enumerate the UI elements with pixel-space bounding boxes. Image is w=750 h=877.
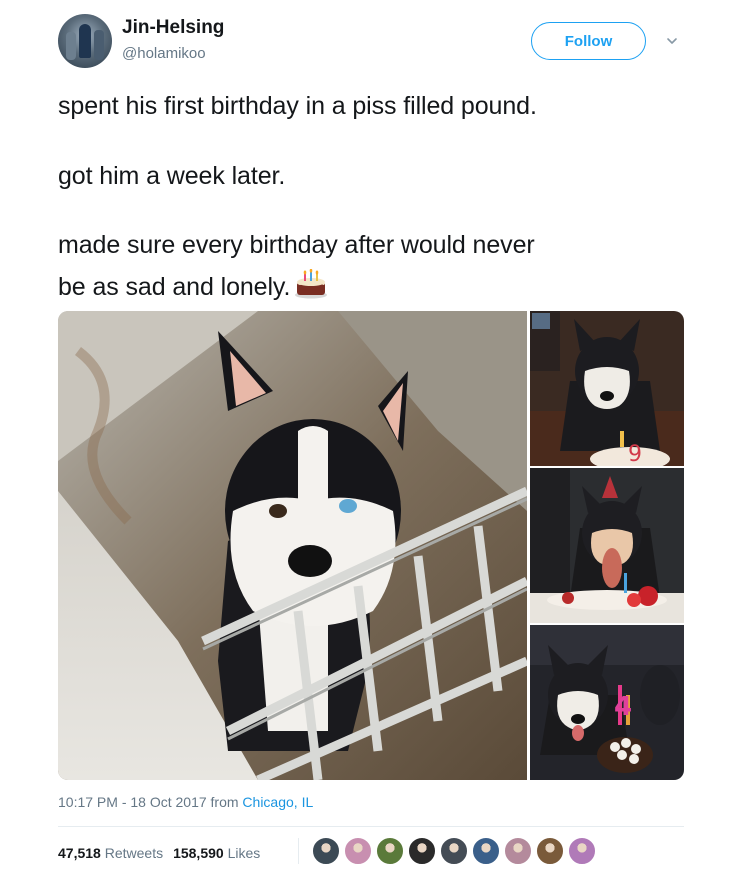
liker-avatar[interactable] xyxy=(568,837,596,865)
avatar-figure-center xyxy=(79,24,91,58)
liker-avatar[interactable] xyxy=(504,837,532,865)
tweet-text-line-1: spent his first birthday in a piss fille… xyxy=(58,92,537,120)
photo-husky-birthday-2[interactable] xyxy=(530,468,684,623)
photo-husky-pound[interactable] xyxy=(58,311,527,780)
liker-avatar[interactable] xyxy=(536,837,564,865)
liker-avatar[interactable] xyxy=(344,837,372,865)
likes-stat[interactable]: 158,590 Likes xyxy=(173,845,260,861)
retweets-label: Retweets xyxy=(104,845,164,861)
tweet-text-line-4: be as sad and lonely. xyxy=(58,273,291,301)
tweet-location-link[interactable]: Chicago, IL xyxy=(242,794,313,810)
liker-avatar[interactable] xyxy=(440,837,468,865)
tweet-text-line-2: got him a week later. xyxy=(58,162,286,190)
svg-text:9: 9 xyxy=(628,442,642,466)
tweet-text-line-3: made sure every birthday after would nev… xyxy=(58,231,535,259)
divider xyxy=(58,826,684,827)
liker-avatar[interactable] xyxy=(472,837,500,865)
tweet-stats: 47,518 Retweets 158,590 Likes xyxy=(58,845,260,861)
likes-count: 158,590 xyxy=(173,845,224,861)
liker-avatar[interactable] xyxy=(312,837,340,865)
author-name[interactable]: Jin-Helsing xyxy=(122,17,224,39)
stats-separator xyxy=(298,838,299,864)
follow-button[interactable]: Follow xyxy=(531,22,646,60)
liker-avatar[interactable] xyxy=(376,837,404,865)
retweets-stat[interactable]: 47,518 Retweets xyxy=(58,845,163,861)
liker-avatar[interactable] xyxy=(408,837,436,865)
author-avatar[interactable] xyxy=(58,14,112,68)
photo-husky-birthday-1[interactable]: 9 xyxy=(530,311,684,466)
retweets-count: 47,518 xyxy=(58,845,101,861)
tweet-time-date[interactable]: 10:17 PM - 18 Oct 2017 from xyxy=(58,794,242,810)
photo-husky-birthday-3[interactable]: 4 xyxy=(530,625,684,780)
media-grid: 9 4 xyxy=(58,311,684,780)
birthday-cake-icon xyxy=(295,269,328,299)
tweet-card: Jin-Helsing @holamikoo Follow spent his … xyxy=(0,0,750,877)
svg-text:4: 4 xyxy=(614,692,632,722)
tweet-text-line-4-wrap: be as sad and lonely. xyxy=(58,269,328,302)
likes-label: Likes xyxy=(227,845,261,861)
chevron-down-icon[interactable] xyxy=(666,35,678,47)
author-handle[interactable]: @holamikoo xyxy=(122,45,206,62)
avatar-figure-right xyxy=(94,30,104,60)
tweet-timestamp[interactable]: 10:17 PM - 18 Oct 2017 from Chicago, IL xyxy=(58,794,313,810)
liker-avatars xyxy=(312,837,596,867)
avatar-figure-left xyxy=(66,32,76,60)
